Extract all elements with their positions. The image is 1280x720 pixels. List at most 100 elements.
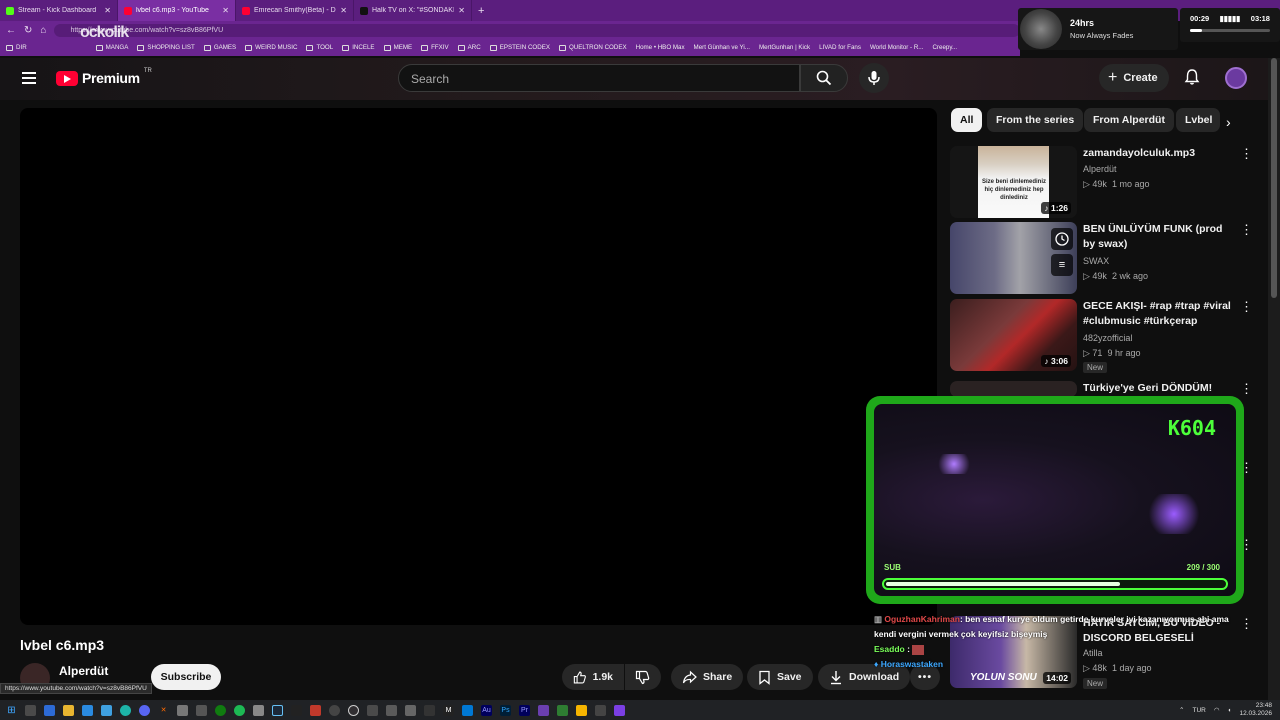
create-button[interactable]: + Create [1099, 64, 1169, 92]
subscribe-button[interactable]: Subscribe [151, 664, 221, 690]
add-to-queue-icon[interactable]: ≡ [1051, 254, 1073, 276]
more-options-icon[interactable]: ⋮ [1240, 299, 1253, 315]
close-tab-icon[interactable]: ✕ [222, 6, 229, 15]
app-icon[interactable] [557, 704, 568, 716]
windows-start-icon[interactable]: ⊞ [6, 705, 17, 716]
bookmark-item[interactable]: MertGunhan | Kick [759, 44, 810, 51]
browser-tab-x[interactable]: Halk TV on X: "#SONDAKİKA | AKP✕ [354, 0, 472, 21]
save-button[interactable]: Save [747, 664, 813, 690]
channel-name[interactable]: 482yzofficial [1083, 333, 1132, 343]
app-icon[interactable] [291, 704, 302, 716]
search-input[interactable]: Search [398, 64, 800, 92]
video-thumbnail[interactable]: ♪ 3:06 [950, 299, 1077, 371]
bookmark-item[interactable]: Home • HBO Max [636, 44, 685, 51]
volume-icon[interactable]: ◖ [1228, 707, 1232, 714]
app-icon[interactable] [196, 704, 207, 716]
more-options-icon[interactable]: ⋮ [1240, 381, 1253, 397]
app-icon[interactable] [101, 704, 112, 716]
home-icon[interactable]: ⌂ [40, 25, 46, 36]
bookmark-item[interactable]: WEIRD MUSIC [245, 44, 297, 51]
watch-later-icon[interactable] [1051, 228, 1073, 250]
bookmark-item[interactable]: World Monitor - R... [870, 44, 924, 51]
chip-from-the-series[interactable]: From the series [987, 108, 1084, 132]
bookmark-item[interactable]: Mert Günhan ve Yi... [694, 44, 750, 51]
photoshop-icon[interactable]: Ps [500, 704, 511, 716]
bookmark-item[interactable]: MANGA [95, 44, 128, 51]
audition-icon[interactable]: Au [481, 704, 492, 716]
notifications-bell-icon[interactable] [1183, 68, 1201, 86]
video-player[interactable] [20, 108, 937, 625]
discord-icon[interactable] [139, 704, 150, 716]
app-icon[interactable]: M [443, 704, 454, 716]
app-icon[interactable] [576, 704, 587, 716]
channel-name[interactable]: SWAX [1083, 256, 1109, 266]
file-explorer-icon[interactable] [63, 704, 74, 716]
browser-tab-kick[interactable]: Stream - Kick Dashboard ✕ [0, 0, 118, 21]
chip-from-channel[interactable]: From Alperdüt [1084, 108, 1174, 132]
app-icon[interactable]: ✕ [158, 705, 169, 716]
wifi-icon[interactable]: ◠ [1214, 706, 1220, 714]
scrollbar-thumb[interactable] [1271, 58, 1277, 298]
share-button[interactable]: Share [671, 664, 744, 690]
bookmark-item[interactable]: SHOPPING LIST [137, 44, 195, 51]
spotify-icon[interactable] [234, 704, 245, 716]
like-button[interactable]: 1.9k [562, 664, 624, 690]
bookmark-item[interactable]: QUELTRON CODEX [558, 44, 627, 51]
task-view-icon[interactable] [44, 704, 55, 716]
bookmark-item[interactable]: Creepy... [932, 44, 957, 51]
chevron-right-icon[interactable]: › [1226, 114, 1231, 130]
user-avatar[interactable] [1225, 67, 1247, 89]
app-icon[interactable] [595, 704, 606, 716]
bookmark-item[interactable]: MEME [383, 44, 412, 51]
back-icon[interactable]: ← [6, 25, 16, 36]
chip-lvbel[interactable]: Lvbel [1176, 108, 1220, 132]
video-title[interactable]: GECE AKIŞI- #rap #trap #viral #clubmusic… [1083, 299, 1233, 329]
premiere-icon[interactable]: Pr [519, 704, 530, 716]
app-icon[interactable] [367, 704, 378, 716]
bookmark-item[interactable]: TOOL [306, 44, 333, 51]
app-icon[interactable] [614, 704, 625, 716]
bookmark-item[interactable]: ARC [457, 44, 481, 51]
more-options-icon[interactable]: ⋮ [1240, 146, 1253, 162]
url-field[interactable]: https://www.youtube.com/watch?v=sz8vB86P… [54, 23, 1020, 37]
browser-tab-emrecan[interactable]: Emrecan Smithy(Beta) - DirenAVM✕ [236, 0, 354, 21]
close-tab-icon[interactable]: ✕ [458, 6, 465, 15]
app-icon[interactable] [82, 704, 93, 716]
obs-icon[interactable] [348, 704, 359, 716]
language-indicator[interactable]: TUR [1192, 707, 1205, 714]
bookmark-item[interactable]: DIR [6, 44, 27, 51]
bookmark-item[interactable]: INCELE [342, 44, 375, 51]
app-icon[interactable] [405, 704, 416, 716]
more-options-icon[interactable]: ⋮ [1240, 222, 1253, 238]
new-tab-button[interactable]: + [472, 5, 490, 17]
video-title[interactable]: zamandayolculuk.mp3 [1083, 146, 1233, 161]
bookmark-item[interactable]: LIVAD for Fans [819, 44, 861, 51]
reload-icon[interactable]: ↻ [24, 25, 32, 36]
bookmark-item[interactable]: GAMES [203, 44, 236, 51]
app-icon[interactable] [310, 704, 321, 716]
xbox-icon[interactable] [215, 704, 226, 716]
app-icon[interactable] [462, 704, 473, 716]
steam-icon[interactable] [272, 704, 283, 716]
page-scrollbar[interactable] [1268, 58, 1280, 700]
app-icon[interactable] [253, 704, 264, 716]
video-title[interactable]: BEN ÜNLÜYÜM FUNK (prod by swax) [1083, 222, 1233, 252]
search-icon[interactable] [25, 704, 36, 716]
channel-name[interactable]: Alperdüt [1083, 164, 1117, 174]
app-icon[interactable] [538, 704, 549, 716]
bookmark-item[interactable]: EPSTEIN CODEX [489, 44, 550, 51]
chip-all[interactable]: All [951, 108, 983, 132]
edge-icon[interactable] [120, 704, 131, 716]
app-icon[interactable] [424, 704, 435, 716]
channel-name[interactable]: Alperdüt [59, 664, 108, 678]
close-tab-icon[interactable]: ✕ [104, 6, 111, 15]
youtube-premium-logo[interactable]: Premium TR [56, 68, 152, 86]
list-item[interactable]: ≡ BEN ÜNLÜYÜM FUNK (prod by swax) SWAX ▷… [950, 222, 1268, 294]
browser-tab-youtube[interactable]: lvbel c6.mp3 - YouTube ✕ [118, 0, 236, 21]
video-thumbnail[interactable] [950, 381, 1077, 397]
close-tab-icon[interactable]: ✕ [340, 6, 347, 15]
list-item[interactable]: ♪ 3:06 GECE AKIŞI- #rap #trap #viral #cl… [950, 299, 1268, 373]
hamburger-menu-icon[interactable] [22, 72, 36, 84]
video-thumbnail[interactable]: ≡ [950, 222, 1077, 294]
dislike-button[interactable] [625, 664, 661, 690]
